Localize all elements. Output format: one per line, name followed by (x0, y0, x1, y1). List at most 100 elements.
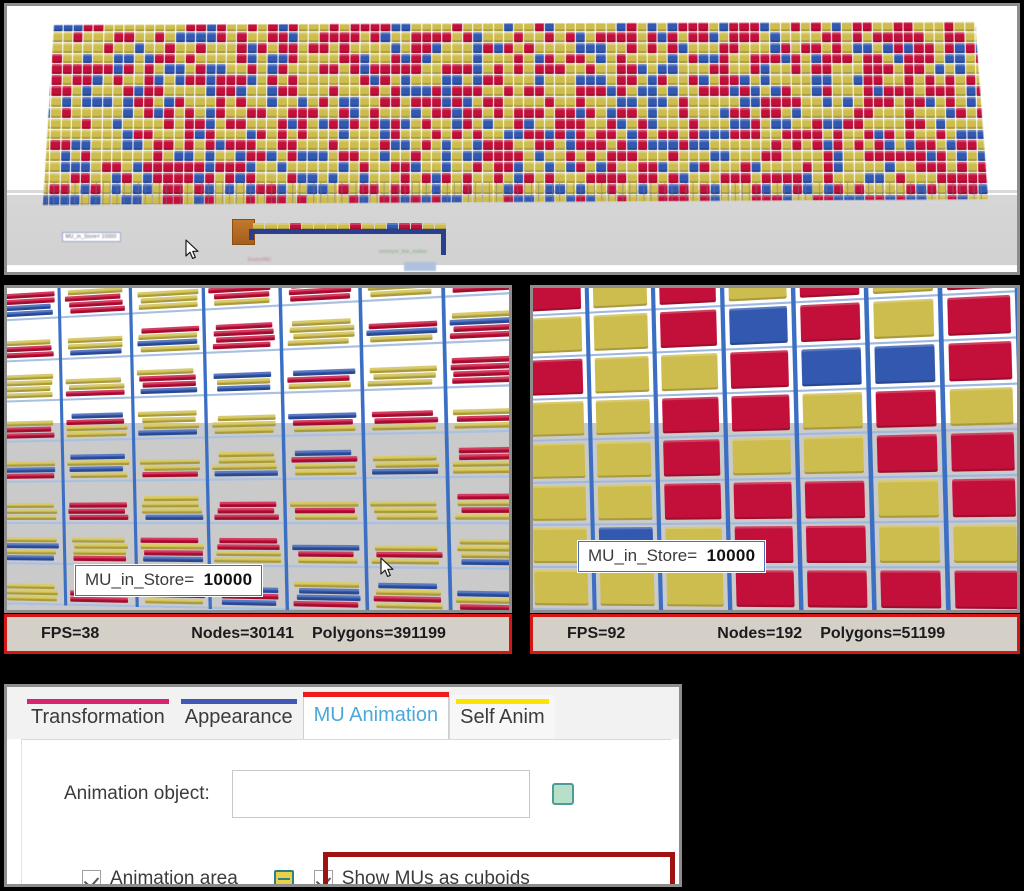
mu-cube (422, 129, 431, 139)
tab-appearance[interactable]: Appearance (174, 695, 303, 739)
mu-cube (463, 43, 472, 53)
mu-cube (309, 21, 318, 31)
mu-cube (350, 118, 359, 128)
tab-transformation[interactable]: Transformation (21, 695, 175, 739)
mu-cube (576, 140, 585, 150)
mu-layer (297, 557, 358, 564)
mu-cube (206, 107, 215, 117)
mu-cube (968, 173, 978, 183)
mu-cube (330, 64, 339, 74)
mu-cube (432, 43, 441, 53)
mu-cube (956, 75, 965, 85)
mu-cube (709, 32, 718, 42)
mu-cube (515, 173, 524, 183)
mu-cube (93, 86, 102, 96)
mu-layer (139, 458, 200, 465)
mu-cube (258, 21, 267, 31)
animation-object-input[interactable] (231, 770, 530, 818)
rack-shelf (875, 568, 947, 610)
mu-cube (926, 97, 935, 107)
mu-cube (730, 107, 739, 117)
mu-cube (52, 97, 61, 107)
checkbox-box[interactable] (82, 869, 101, 884)
mu-cube (700, 97, 709, 107)
mu-cube (956, 64, 965, 74)
mu-cube (463, 129, 472, 139)
mu-layer (67, 459, 129, 466)
mu-cube (144, 118, 153, 128)
mu-cube (236, 162, 245, 172)
mu-cube (134, 97, 143, 107)
detailed-mus-viewport[interactable] (4, 285, 512, 613)
mu-cube (195, 173, 204, 183)
object-properties-dialog: Transformation Appearance MU Animation S… (4, 684, 682, 887)
mu-cube (83, 53, 92, 63)
mu-cube (525, 75, 534, 85)
rack-shelf (447, 431, 509, 479)
mu-cube (104, 32, 113, 42)
mu-cube (514, 107, 523, 117)
mu-cube (391, 140, 400, 150)
mu-cuboid (732, 438, 792, 476)
mu-cube (812, 21, 821, 31)
mu-cube (638, 140, 647, 150)
mu-cube (515, 151, 524, 161)
mu-cube (886, 162, 895, 172)
mu-cube (813, 129, 822, 139)
object-picker-button[interactable] (551, 783, 574, 805)
mu-cube (165, 64, 174, 74)
mu-cube (401, 140, 410, 150)
mu-cube (822, 53, 831, 63)
tab-self-animation[interactable]: Self Anim (449, 695, 555, 739)
mu-cube (268, 32, 277, 42)
mu-cube (958, 173, 968, 183)
rack-shelf (590, 353, 655, 399)
tab-mu-animation[interactable]: MU Animation (302, 691, 450, 739)
mu-cube (145, 75, 154, 85)
mu-cube (381, 43, 390, 53)
mu-layer (214, 513, 280, 519)
mu-cube (504, 107, 513, 117)
mu-cube (525, 118, 534, 128)
overview-3d-viewport[interactable]: MU_in_Store= 10000 conveyor_line_station… (4, 3, 1020, 275)
mu-cube (740, 64, 749, 74)
mu-cube (453, 75, 462, 85)
mu-cube (144, 129, 153, 139)
mu-cube (72, 107, 81, 117)
mu-cube (412, 64, 421, 74)
mu-cube (803, 129, 812, 139)
mu-layer (217, 413, 276, 421)
mu-cube (586, 53, 595, 63)
mu-cube (906, 162, 915, 172)
rack-shelf (132, 353, 205, 398)
mu-cube (751, 151, 760, 161)
rack-shelf (948, 476, 1017, 524)
mu-cube (289, 64, 298, 74)
mu-cube (545, 151, 554, 161)
mu-cube (504, 151, 513, 161)
mu-cuboid (950, 386, 1015, 427)
mu-cube (638, 64, 647, 74)
mu-cube (329, 151, 338, 161)
mu-cube (855, 151, 864, 161)
animation-area-checkbox[interactable]: Animation area (82, 868, 238, 884)
rack-posts (39, 182, 988, 204)
mu-cube (257, 118, 266, 128)
mu-cube (494, 64, 503, 74)
mu-cube (864, 129, 873, 139)
show-mus-as-cuboids-checkbox[interactable]: Show MUs as cuboids (313, 868, 530, 884)
mu-layer (290, 500, 358, 506)
mu-cube (123, 140, 132, 150)
checkbox-box[interactable] (313, 869, 333, 884)
mu-cube (184, 162, 193, 172)
mu-cube (360, 129, 369, 139)
rack-shelf (364, 433, 446, 479)
mu-cube (196, 107, 205, 117)
mu-cube (638, 75, 647, 85)
mu-cube (576, 43, 585, 53)
mu-cube (237, 43, 246, 53)
mu-cube (443, 21, 452, 31)
mu-cube (156, 32, 165, 42)
rack-shelf (872, 432, 944, 479)
mu-layer (7, 391, 53, 398)
